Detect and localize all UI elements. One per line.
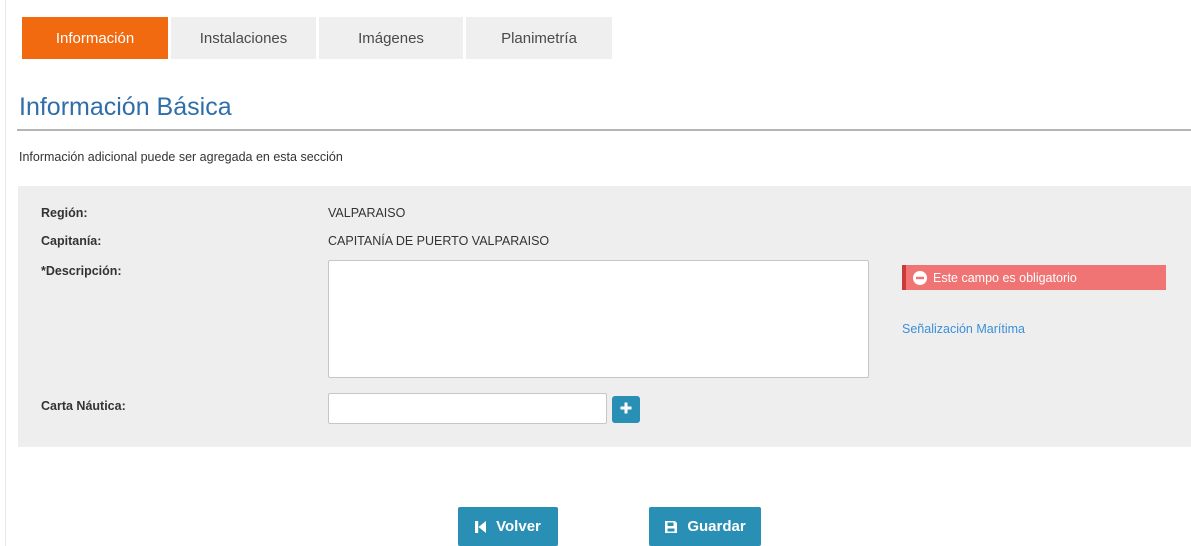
page-left-border	[5, 0, 6, 546]
tab-imagenes[interactable]: Imágenes	[319, 17, 463, 59]
descripcion-label: *Descripción:	[41, 264, 122, 278]
floppy-disk-icon	[664, 520, 678, 534]
plus-icon	[620, 401, 632, 419]
title-divider	[17, 129, 1191, 131]
capitania-label: Capitanía:	[41, 234, 102, 248]
tab-instalaciones[interactable]: Instalaciones	[171, 17, 316, 59]
basic-info-form: Región: VALPARAISO Capitanía: CAPITANÍA …	[18, 186, 1191, 447]
back-button-label: Volver	[496, 518, 541, 535]
step-backward-icon	[475, 520, 487, 534]
save-button-label: Guardar	[687, 518, 746, 535]
add-carta-nautica-button[interactable]	[612, 396, 640, 423]
back-button[interactable]: Volver	[458, 507, 558, 546]
descripcion-textarea[interactable]	[328, 260, 869, 378]
carta-nautica-input[interactable]	[328, 393, 607, 424]
tab-informacion[interactable]: Información	[22, 17, 168, 59]
save-button[interactable]: Guardar	[649, 507, 761, 546]
descripcion-error-badge: Este campo es obligatorio	[902, 265, 1166, 290]
capitania-value: CAPITANÍA DE PUERTO VALPARAISO	[328, 234, 550, 248]
minus-circle-icon	[913, 270, 927, 285]
page-subtitle: Información adicional puede ser agregada…	[19, 150, 343, 164]
tab-bar: Información Instalaciones Imágenes Plani…	[22, 17, 615, 59]
page-title: Información Básica	[19, 93, 232, 121]
senalizacion-maritima-link[interactable]: Señalización Marítima	[902, 322, 1025, 336]
descripcion-error-text: Este campo es obligatorio	[933, 270, 1077, 285]
region-value: VALPARAISO	[328, 206, 406, 220]
tab-planimetria[interactable]: Planimetría	[466, 17, 612, 59]
region-label: Región:	[41, 206, 88, 220]
carta-nautica-label: Carta Náutica:	[41, 399, 126, 413]
